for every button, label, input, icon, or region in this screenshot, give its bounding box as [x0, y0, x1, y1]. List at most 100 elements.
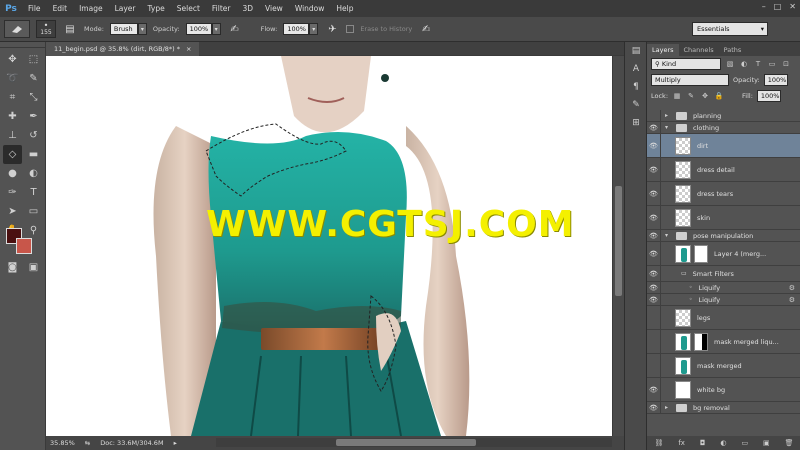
pressure-opacity-icon[interactable]: ✍	[227, 21, 243, 37]
clone-stamp-tool-icon[interactable]: ⊥	[3, 126, 22, 145]
pressure-size-icon[interactable]: ✍	[418, 21, 434, 37]
brush-preset-picker[interactable]: • 155	[36, 20, 56, 38]
layer-mask-thumbnail[interactable]	[694, 332, 708, 351]
eyedropper-tool-icon[interactable]: ⤡	[24, 88, 43, 107]
chevron-down-icon[interactable]: ▾	[309, 23, 319, 35]
layer-row[interactable]: 👁 ▭ Smart Filters	[647, 266, 800, 282]
visibility-eye-icon[interactable]: 👁	[647, 134, 661, 157]
lock-position-icon[interactable]: ✥	[700, 91, 710, 101]
fx-icon[interactable]: fx	[678, 439, 685, 447]
link-icon[interactable]: ⛓	[654, 439, 663, 447]
healing-brush-tool-icon[interactable]: ✚	[3, 107, 22, 126]
visibility-eye-icon[interactable]: 👁	[647, 354, 661, 377]
layer-row[interactable]: 👁 white bg	[647, 378, 800, 402]
tab-layers[interactable]: Layers	[647, 44, 679, 56]
menu-help[interactable]: Help	[330, 4, 359, 13]
lock-transparent-icon[interactable]: ▦	[672, 91, 682, 101]
layer-thumbnail[interactable]	[675, 308, 691, 327]
layer-row[interactable]: 👁 ◦ Liquify ⚙	[647, 282, 800, 294]
workspace-select[interactable]: Essentials ▾	[692, 22, 768, 36]
layer-row[interactable]: 👁 ◦ Liquify ⚙	[647, 294, 800, 306]
filter-options-icon[interactable]: ⚙	[789, 284, 795, 292]
layer-row[interactable]: 👁 mask merged liqu...	[647, 330, 800, 354]
filter-adjustment-icon[interactable]: ◐	[739, 59, 749, 69]
layer-row[interactable]: 👁 mask merged	[647, 354, 800, 378]
background-color-swatch[interactable]	[16, 238, 32, 254]
blend-mode-select[interactable]: Multiply	[651, 74, 729, 86]
filter-kind-select[interactable]: ⚲ Kind	[651, 58, 721, 70]
clone-source-icon[interactable]: ⊞	[625, 114, 647, 132]
visibility-eye-icon[interactable]: 👁	[647, 402, 661, 413]
vertical-scrollbar[interactable]	[612, 56, 624, 436]
layer-thumbnail[interactable]	[675, 160, 691, 179]
layer-group-row[interactable]: 👁 ▾ clothing	[647, 122, 800, 134]
layer-mask-thumbnail[interactable]	[694, 244, 708, 263]
history-panel-icon[interactable]: ▤	[625, 42, 647, 60]
horizontal-scrollbar[interactable]	[216, 438, 612, 447]
menu-select[interactable]: Select	[171, 4, 206, 13]
layer-row[interactable]: 👁 Layer 4 (merg...	[647, 242, 800, 266]
chevron-right-icon[interactable]: ▸	[665, 404, 673, 411]
share-icon[interactable]: ⇆	[85, 439, 90, 447]
brush-panel-icon[interactable]: ✎	[625, 96, 647, 114]
menu-file[interactable]: File	[22, 4, 47, 13]
brush-tool-icon[interactable]: ✒	[24, 107, 43, 126]
filter-type-icon[interactable]: T	[753, 59, 763, 69]
menu-window[interactable]: Window	[289, 4, 331, 13]
layer-group-row[interactable]: 👁 ▾ pose manipulation	[647, 230, 800, 242]
airbrush-icon[interactable]: ✈	[324, 21, 340, 37]
brush-panel-toggle-icon[interactable]: ▤	[62, 21, 78, 37]
visibility-eye-icon[interactable]: 👁	[647, 306, 661, 329]
layer-thumbnail[interactable]	[675, 332, 691, 351]
layer-row[interactable]: 👁 dress detail	[647, 158, 800, 182]
filter-shape-icon[interactable]: ▭	[767, 59, 777, 69]
quick-mask-icon[interactable]: ◙	[3, 258, 22, 277]
vertical-scroll-thumb[interactable]	[615, 186, 622, 296]
chevron-down-icon[interactable]: ▾	[665, 124, 673, 131]
new-layer-icon[interactable]: ▣	[763, 439, 770, 447]
layer-thumbnail[interactable]	[675, 380, 691, 399]
visibility-eye-icon[interactable]: 👁	[647, 378, 661, 401]
mask-icon[interactable]: ◘	[700, 439, 706, 447]
visibility-eye-icon[interactable]: 👁	[647, 282, 661, 293]
menu-edit[interactable]: Edit	[47, 4, 74, 13]
lasso-tool-icon[interactable]: ➰	[3, 69, 22, 88]
layer-row[interactable]: 👁 dirt	[647, 134, 800, 158]
gradient-tool-icon[interactable]: ▬	[24, 145, 43, 164]
screen-mode-icon[interactable]: ▣	[24, 258, 43, 277]
minimize-button[interactable]: –	[762, 2, 766, 11]
layer-row[interactable]: 👁 skin	[647, 206, 800, 230]
move-tool-icon[interactable]: ✥	[3, 50, 22, 69]
visibility-eye-icon[interactable]: 👁	[647, 230, 661, 241]
lock-image-icon[interactable]: ✎	[686, 91, 696, 101]
filter-pixel-icon[interactable]: ▧	[725, 59, 735, 69]
maximize-button[interactable]: □	[774, 2, 782, 11]
adjustment-icon[interactable]: ◐	[720, 439, 726, 447]
layer-group-row[interactable]: 👁 ▸ planning	[647, 110, 800, 122]
layer-group-row[interactable]: 👁 ▸ bg removal	[647, 402, 800, 414]
layer-thumbnail[interactable]	[675, 136, 691, 155]
layer-thumbnail[interactable]	[675, 356, 691, 375]
chevron-down-icon[interactable]: ▾	[211, 23, 221, 35]
filter-smart-icon[interactable]: ⊡	[781, 59, 791, 69]
visibility-eye-icon[interactable]: 👁	[647, 242, 661, 265]
tab-paths[interactable]: Paths	[719, 44, 747, 56]
menu-layer[interactable]: Layer	[109, 4, 142, 13]
chevron-right-icon[interactable]: ▸	[665, 112, 673, 119]
layer-thumbnail[interactable]	[675, 208, 691, 227]
marquee-tool-icon[interactable]: ⬚	[24, 50, 43, 69]
dodge-tool-icon[interactable]: ◐	[24, 164, 43, 183]
visibility-eye-icon[interactable]: 👁	[647, 182, 661, 205]
opacity-input[interactable]: 100%	[185, 23, 212, 35]
layer-thumbnail[interactable]	[675, 184, 691, 203]
flow-input[interactable]: 100%	[283, 23, 310, 35]
chevron-down-icon[interactable]: ▾	[665, 232, 673, 239]
type-tool-icon[interactable]: T	[24, 183, 43, 202]
zoom-level[interactable]: 35.85%	[50, 439, 75, 447]
layer-opacity-input[interactable]: 100%	[763, 74, 788, 86]
fill-input[interactable]: 100%	[756, 90, 781, 102]
menu-filter[interactable]: Filter	[206, 4, 237, 13]
visibility-eye-icon[interactable]: 👁	[647, 294, 661, 305]
visibility-eye-icon[interactable]: 👁	[647, 110, 661, 121]
pen-tool-icon[interactable]: ✑	[3, 183, 22, 202]
